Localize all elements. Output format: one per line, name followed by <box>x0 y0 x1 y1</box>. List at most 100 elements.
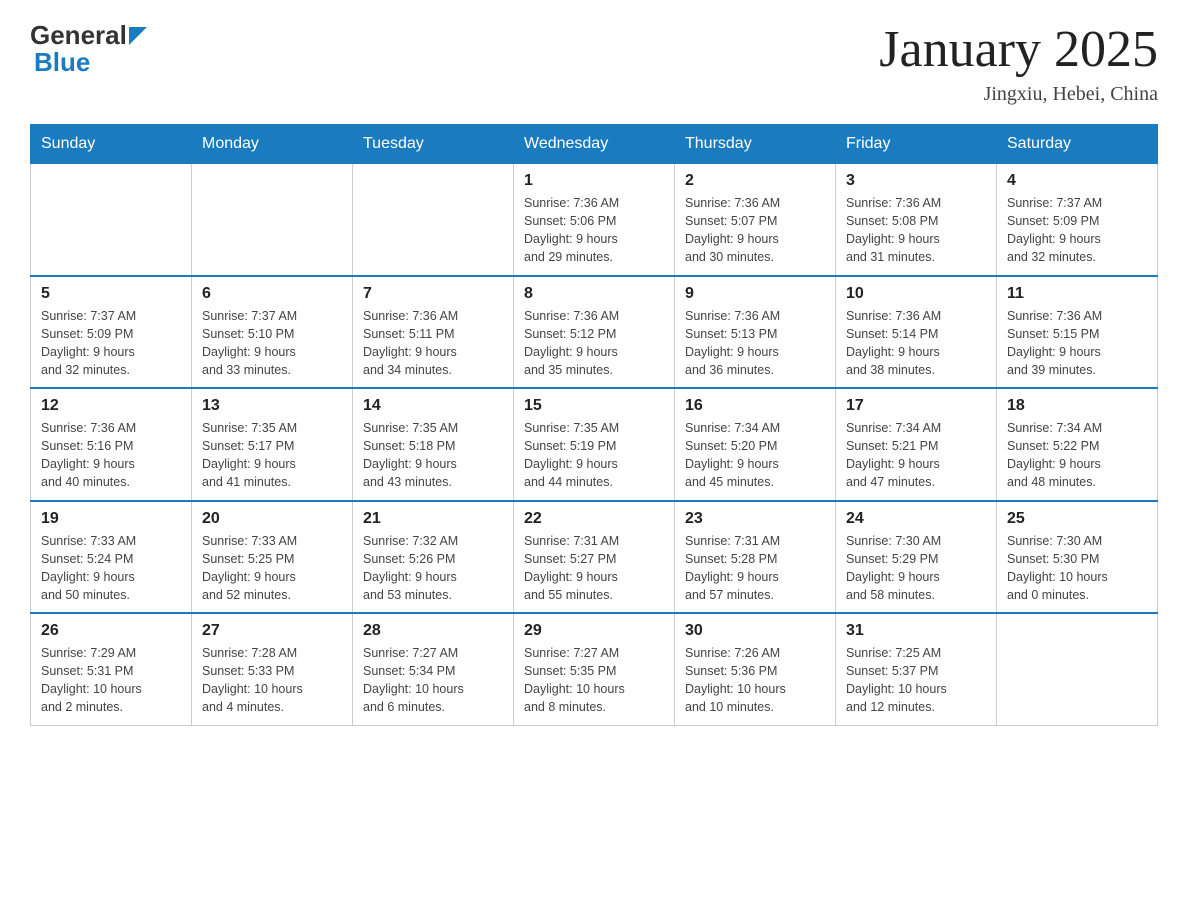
calendar-cell: 25 Sunrise: 7:30 AM Sunset: 5:30 PM Dayli… <box>997 501 1158 614</box>
day-number: 15 <box>524 397 664 415</box>
day-info: Sunrise: 7:36 AM Sunset: 5:11 PM Dayligh… <box>363 307 503 380</box>
title-block: January 2025 Jingxiu, Hebei, China <box>879 20 1158 106</box>
header-thursday: Thursday <box>675 125 836 164</box>
calendar-subtitle: Jingxiu, Hebei, China <box>879 83 1158 106</box>
calendar-cell: 22 Sunrise: 7:31 AM Sunset: 5:27 PM Dayli… <box>514 501 675 614</box>
day-number: 9 <box>685 285 825 303</box>
calendar-cell: 1 Sunrise: 7:36 AM Sunset: 5:06 PM Daylig… <box>514 164 675 276</box>
calendar-title: January 2025 <box>879 20 1158 79</box>
day-info: Sunrise: 7:37 AM Sunset: 5:09 PM Dayligh… <box>1007 194 1147 267</box>
calendar-cell: 11Sunrise: 7:36 AM Sunset: 5:15 PM Dayli… <box>997 276 1158 389</box>
day-number: 11 <box>1007 285 1147 303</box>
day-number: 6 <box>202 285 342 303</box>
calendar-cell: 18 Sunrise: 7:34 AM Sunset: 5:22 PM Dayli… <box>997 388 1158 501</box>
page-header: General Blue January 2025 Jingxiu, Hebei… <box>30 20 1158 106</box>
calendar-cell: 30 Sunrise: 7:26 AM Sunset: 5:36 PM Dayli… <box>675 613 836 725</box>
day-number: 16 <box>685 397 825 415</box>
day-info: Sunrise: 7:34 AM Sunset: 5:22 PM Dayligh… <box>1007 419 1147 492</box>
calendar-cell <box>353 164 514 276</box>
day-number: 25 <box>1007 510 1147 528</box>
day-number: 10 <box>846 285 986 303</box>
day-info: Sunrise: 7:35 AM Sunset: 5:17 PM Dayligh… <box>202 419 342 492</box>
day-info: Sunrise: 7:36 AM Sunset: 5:06 PM Dayligh… <box>524 194 664 267</box>
day-info: Sunrise: 7:25 AM Sunset: 5:37 PM Dayligh… <box>846 644 986 717</box>
header-friday: Friday <box>836 125 997 164</box>
day-number: 20 <box>202 510 342 528</box>
calendar-cell: 2Sunrise: 7:36 AM Sunset: 5:07 PM Daylig… <box>675 164 836 276</box>
calendar-cell: 17Sunrise: 7:34 AM Sunset: 5:21 PM Dayli… <box>836 388 997 501</box>
day-number: 14 <box>363 397 503 415</box>
header-saturday: Saturday <box>997 125 1158 164</box>
day-info: Sunrise: 7:27 AM Sunset: 5:35 PM Dayligh… <box>524 644 664 717</box>
logo-arrow-icon <box>129 27 147 45</box>
day-info: Sunrise: 7:29 AM Sunset: 5:31 PM Dayligh… <box>41 644 181 717</box>
calendar-cell: 24 Sunrise: 7:30 AM Sunset: 5:29 PM Dayli… <box>836 501 997 614</box>
day-number: 23 <box>685 510 825 528</box>
calendar-cell <box>31 164 192 276</box>
calendar-cell: 16 Sunrise: 7:34 AM Sunset: 5:20 PM Dayli… <box>675 388 836 501</box>
day-info: Sunrise: 7:35 AM Sunset: 5:18 PM Dayligh… <box>363 419 503 492</box>
calendar-table: Sunday Monday Tuesday Wednesday Thursday… <box>30 124 1158 726</box>
header-sunday: Sunday <box>31 125 192 164</box>
day-info: Sunrise: 7:34 AM Sunset: 5:20 PM Dayligh… <box>685 419 825 492</box>
day-number: 13 <box>202 397 342 415</box>
day-info: Sunrise: 7:33 AM Sunset: 5:24 PM Dayligh… <box>41 532 181 605</box>
day-number: 4 <box>1007 172 1147 190</box>
calendar-cell: 4 Sunrise: 7:37 AM Sunset: 5:09 PM Daylig… <box>997 164 1158 276</box>
calendar-cell: 29Sunrise: 7:27 AM Sunset: 5:35 PM Dayli… <box>514 613 675 725</box>
header-tuesday: Tuesday <box>353 125 514 164</box>
day-number: 7 <box>363 285 503 303</box>
logo: General Blue <box>30 20 147 78</box>
day-info: Sunrise: 7:37 AM Sunset: 5:10 PM Dayligh… <box>202 307 342 380</box>
day-info: Sunrise: 7:31 AM Sunset: 5:27 PM Dayligh… <box>524 532 664 605</box>
day-info: Sunrise: 7:32 AM Sunset: 5:26 PM Dayligh… <box>363 532 503 605</box>
day-number: 31 <box>846 622 986 640</box>
calendar-cell <box>192 164 353 276</box>
day-number: 30 <box>685 622 825 640</box>
day-info: Sunrise: 7:36 AM Sunset: 5:13 PM Dayligh… <box>685 307 825 380</box>
header-wednesday: Wednesday <box>514 125 675 164</box>
day-number: 27 <box>202 622 342 640</box>
header-monday: Monday <box>192 125 353 164</box>
calendar-cell <box>997 613 1158 725</box>
day-info: Sunrise: 7:35 AM Sunset: 5:19 PM Dayligh… <box>524 419 664 492</box>
calendar-cell: 14 Sunrise: 7:35 AM Sunset: 5:18 PM Dayli… <box>353 388 514 501</box>
calendar-cell: 12 Sunrise: 7:36 AM Sunset: 5:16 PM Dayli… <box>31 388 192 501</box>
calendar-cell: 5 Sunrise: 7:37 AM Sunset: 5:09 PM Daylig… <box>31 276 192 389</box>
day-info: Sunrise: 7:36 AM Sunset: 5:12 PM Dayligh… <box>524 307 664 380</box>
day-info: Sunrise: 7:36 AM Sunset: 5:08 PM Dayligh… <box>846 194 986 267</box>
calendar-week-1: 1 Sunrise: 7:36 AM Sunset: 5:06 PM Daylig… <box>31 164 1158 276</box>
day-info: Sunrise: 7:26 AM Sunset: 5:36 PM Dayligh… <box>685 644 825 717</box>
calendar-cell: 23 Sunrise: 7:31 AM Sunset: 5:28 PM Dayli… <box>675 501 836 614</box>
day-info: Sunrise: 7:30 AM Sunset: 5:30 PM Dayligh… <box>1007 532 1147 605</box>
day-info: Sunrise: 7:36 AM Sunset: 5:07 PM Dayligh… <box>685 194 825 267</box>
calendar-cell: 27 Sunrise: 7:28 AM Sunset: 5:33 PM Dayli… <box>192 613 353 725</box>
calendar-body: 1 Sunrise: 7:36 AM Sunset: 5:06 PM Daylig… <box>31 164 1158 726</box>
calendar-cell: 3Sunrise: 7:36 AM Sunset: 5:08 PM Daylig… <box>836 164 997 276</box>
calendar-header: Sunday Monday Tuesday Wednesday Thursday… <box>31 125 1158 164</box>
calendar-cell: 26Sunrise: 7:29 AM Sunset: 5:31 PM Dayli… <box>31 613 192 725</box>
day-info: Sunrise: 7:30 AM Sunset: 5:29 PM Dayligh… <box>846 532 986 605</box>
calendar-week-2: 5 Sunrise: 7:37 AM Sunset: 5:09 PM Daylig… <box>31 276 1158 389</box>
day-info: Sunrise: 7:36 AM Sunset: 5:16 PM Dayligh… <box>41 419 181 492</box>
day-info: Sunrise: 7:31 AM Sunset: 5:28 PM Dayligh… <box>685 532 825 605</box>
calendar-cell: 31 Sunrise: 7:25 AM Sunset: 5:37 PM Dayli… <box>836 613 997 725</box>
day-number: 22 <box>524 510 664 528</box>
day-number: 5 <box>41 285 181 303</box>
day-info: Sunrise: 7:37 AM Sunset: 5:09 PM Dayligh… <box>41 307 181 380</box>
day-number: 12 <box>41 397 181 415</box>
day-number: 18 <box>1007 397 1147 415</box>
day-number: 28 <box>363 622 503 640</box>
calendar-week-3: 12 Sunrise: 7:36 AM Sunset: 5:16 PM Dayli… <box>31 388 1158 501</box>
day-number: 24 <box>846 510 986 528</box>
calendar-week-4: 19Sunrise: 7:33 AM Sunset: 5:24 PM Dayli… <box>31 501 1158 614</box>
day-info: Sunrise: 7:33 AM Sunset: 5:25 PM Dayligh… <box>202 532 342 605</box>
day-info: Sunrise: 7:28 AM Sunset: 5:33 PM Dayligh… <box>202 644 342 717</box>
calendar-cell: 15 Sunrise: 7:35 AM Sunset: 5:19 PM Dayli… <box>514 388 675 501</box>
calendar-week-5: 26Sunrise: 7:29 AM Sunset: 5:31 PM Dayli… <box>31 613 1158 725</box>
day-number: 1 <box>524 172 664 190</box>
calendar-cell: 6 Sunrise: 7:37 AM Sunset: 5:10 PM Daylig… <box>192 276 353 389</box>
calendar-cell: 20 Sunrise: 7:33 AM Sunset: 5:25 PM Dayli… <box>192 501 353 614</box>
day-info: Sunrise: 7:27 AM Sunset: 5:34 PM Dayligh… <box>363 644 503 717</box>
day-number: 21 <box>363 510 503 528</box>
